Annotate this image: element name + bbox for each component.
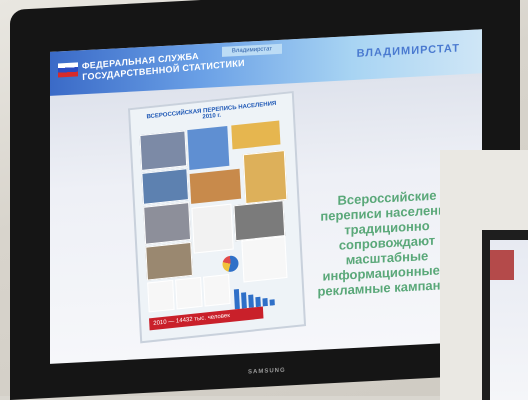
poster-bar: [248, 294, 254, 308]
second-monitor-slide-element: [490, 250, 514, 280]
org-name: ФЕДЕРАЛЬНАЯ СЛУЖБА ГОСУДАРСТВЕННОЙ СТАТИ…: [82, 47, 245, 83]
second-monitor-screen: [490, 240, 528, 400]
poster-photo: [141, 168, 189, 205]
slide-header: ФЕДЕРАЛЬНАЯ СЛУЖБА ГОСУДАРСТВЕННОЙ СТАТИ…: [50, 29, 482, 96]
poster-photo: [233, 200, 286, 242]
poster-bar: [233, 288, 240, 310]
second-monitor-frame: [482, 230, 528, 400]
poster-bar: [269, 299, 275, 306]
second-monitor: [440, 150, 528, 400]
poster-bar-chart: [233, 288, 275, 310]
poster-photo: [143, 202, 192, 245]
poster-document: [147, 279, 175, 313]
poster-pie-chart: [222, 254, 239, 273]
poster-document: [175, 276, 203, 310]
poster-photo: [145, 241, 193, 281]
poster-bar: [241, 292, 247, 309]
poster-photo: [231, 120, 281, 150]
poster-photo: [189, 168, 242, 204]
poster-bar: [255, 296, 261, 308]
russian-flag-icon: [58, 62, 78, 78]
city-title: ВЛАДИМИРСТАТ: [356, 42, 460, 60]
poster-document: [241, 236, 288, 283]
poster-bar: [262, 297, 268, 307]
poster-photo: [139, 130, 188, 172]
city-tag: Владимирстат: [222, 43, 282, 57]
monitor-brand-logo: SAMSUNG: [248, 367, 286, 376]
poster-photo: [187, 125, 230, 170]
poster-photo: [191, 203, 234, 254]
presentation-slide: ФЕДЕРАЛЬНАЯ СЛУЖБА ГОСУДАРСТВЕННОЙ СТАТИ…: [50, 29, 482, 364]
poster-photo: [242, 149, 288, 205]
poster-document: [203, 273, 231, 307]
census-poster: ВСЕРОССИЙСКАЯ ПЕРЕПИСЬ НАСЕЛЕНИЯ 2010 г.: [127, 90, 307, 344]
